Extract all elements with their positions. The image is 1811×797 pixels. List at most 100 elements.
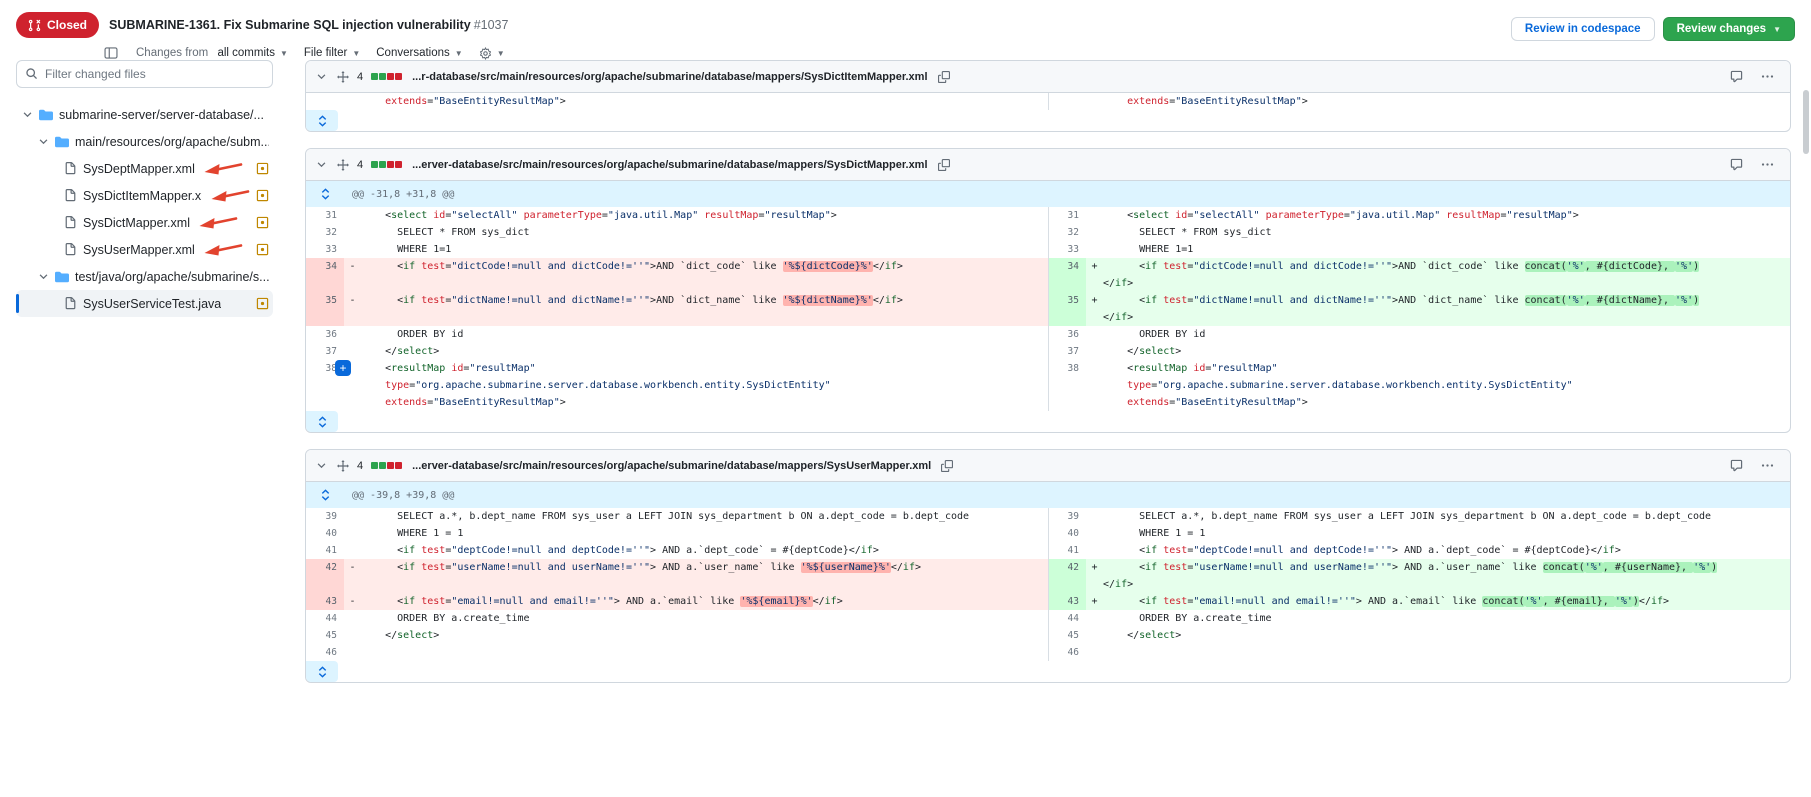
line-number[interactable]: 33 [1048,241,1086,258]
expand-hunk-button[interactable] [306,181,344,207]
expand-diff-button[interactable] [306,411,338,432]
file-path[interactable]: ...r-database/src/main/resources/org/apa… [412,71,927,83]
code-line[interactable]: <resultMap id="resultMap" [1086,360,1790,377]
tree-file-sysdeptmapper-xml[interactable]: SysDeptMapper.xml [16,155,273,182]
line-number[interactable]: 45 [1048,627,1086,644]
line-number[interactable]: 41 [1048,542,1086,559]
comment-button[interactable] [1728,156,1745,173]
line-number[interactable]: 34 [1048,258,1086,292]
expand-diff-button[interactable] [306,110,338,131]
code-line[interactable]: ORDER BY id [1086,326,1790,343]
line-number[interactable]: 39 [306,508,344,525]
line-number[interactable]: 36 [1048,326,1086,343]
add-line-comment-button[interactable]: + [335,360,351,376]
code-line[interactable]: <select id="selectAll" parameterType="ja… [344,207,1048,224]
code-line[interactable]: SELECT * FROM sys_dict [344,224,1048,241]
code-line[interactable]: extends="BaseEntityResultMap"> [344,394,1048,411]
code-line[interactable]: <if test="deptCode!=null and deptCode!='… [344,542,1048,559]
line-number[interactable]: 35 [306,292,344,326]
scrollbar-thumb[interactable] [1803,90,1809,154]
line-number[interactable]: 32 [1048,224,1086,241]
code-line[interactable]: <resultMap id="resultMap"+ [344,360,1048,377]
line-number[interactable]: 45 [306,627,344,644]
tree-folder-submarine-server-server-database[interactable]: submarine-server/server-database/... [16,101,273,128]
line-number[interactable]: 32 [306,224,344,241]
line-number[interactable] [1048,93,1086,110]
line-number[interactable]: 34 [306,258,344,292]
collapse-file-button[interactable] [314,157,329,172]
line-number[interactable]: 35 [1048,292,1086,326]
code-line[interactable]: + <if test="userName!=null and userName!… [1086,559,1790,593]
collapse-file-button[interactable] [314,458,329,473]
line-number[interactable]: 36 [306,326,344,343]
code-line[interactable]: ORDER BY a.create_time [1086,610,1790,627]
review-changes-button[interactable]: Review changes▼ [1663,17,1795,41]
code-line[interactable]: SELECT a.*, b.dept_name FROM sys_user a … [1086,508,1790,525]
line-number[interactable]: 31 [306,207,344,224]
code-line[interactable]: - <if test="dictName!=null and dictName!… [344,292,1048,326]
comment-button[interactable] [1728,68,1745,85]
conversations-menu[interactable]: Conversations▼ [376,47,462,59]
line-number[interactable] [306,377,344,394]
drag-handle-icon[interactable] [337,159,349,171]
tree-file-sysusermapper-xml[interactable]: SysUserMapper.xml [16,236,273,263]
code-line[interactable]: ORDER BY id [344,326,1048,343]
drag-handle-icon[interactable] [337,71,349,83]
comment-button[interactable] [1728,457,1745,474]
tree-file-sysuserservicetest-java[interactable]: SysUserServiceTest.java [16,290,273,317]
code-line[interactable]: </select> [344,343,1048,360]
line-number[interactable]: 43 [1048,593,1086,610]
line-number[interactable]: 37 [1048,343,1086,360]
line-number[interactable]: 46 [1048,644,1086,661]
line-number[interactable]: 42 [306,559,344,593]
kebab-menu-button[interactable] [1759,457,1776,474]
line-number[interactable]: 40 [306,525,344,542]
code-line[interactable]: - <if test="dictCode!=null and dictCode!… [344,258,1048,292]
code-line[interactable] [344,644,1048,661]
review-in-codespace-button[interactable]: Review in codespace [1511,17,1655,41]
tree-file-sysdictitemmapper-xml[interactable]: SysDictItemMapper.xml [16,182,273,209]
file-filter-menu[interactable]: File filter▼ [304,47,360,59]
kebab-menu-button[interactable] [1759,68,1776,85]
copy-path-button[interactable] [936,69,952,85]
line-number[interactable]: 38 [1048,360,1086,377]
line-number[interactable]: 33 [306,241,344,258]
code-line[interactable]: SELECT * FROM sys_dict [1086,224,1790,241]
code-line[interactable]: </select> [1086,627,1790,644]
file-path[interactable]: ...erver-database/src/main/resources/org… [412,159,927,171]
line-number[interactable]: 42 [1048,559,1086,593]
code-line[interactable]: - <if test="userName!=null and userName!… [344,559,1048,593]
copy-path-button[interactable] [939,458,955,474]
line-number[interactable] [1048,377,1086,394]
expand-hunk-button[interactable] [306,482,344,508]
tree-folder-test-java-org-apache-submarine-s[interactable]: test/java/org/apache/submarine/s... [16,263,273,290]
copy-path-button[interactable] [936,157,952,173]
tree-folder-main-resources-org-apache-subm[interactable]: main/resources/org/apache/subm... [16,128,273,155]
code-line[interactable]: <if test="deptCode!=null and deptCode!='… [1086,542,1790,559]
code-line[interactable]: WHERE 1 = 1 [344,525,1048,542]
line-number[interactable] [1048,394,1086,411]
code-line[interactable]: WHERE 1 = 1 [1086,525,1790,542]
line-number[interactable]: 31 [1048,207,1086,224]
file-path[interactable]: ...erver-database/src/main/resources/org… [412,460,931,472]
line-number[interactable] [306,93,344,110]
drag-handle-icon[interactable] [337,460,349,472]
line-number[interactable]: 41 [306,542,344,559]
code-line[interactable]: extends="BaseEntityResultMap"> [344,93,1048,110]
code-line[interactable]: <select id="selectAll" parameterType="ja… [1086,207,1790,224]
code-line[interactable]: extends="BaseEntityResultMap"> [1086,93,1790,110]
code-line[interactable]: + <if test="dictCode!=null and dictCode!… [1086,258,1790,292]
code-line[interactable]: WHERE 1=1 [1086,241,1790,258]
code-line[interactable]: type="org.apache.submarine.server.databa… [1086,377,1790,394]
code-line[interactable]: SELECT a.*, b.dept_name FROM sys_user a … [344,508,1048,525]
code-line[interactable] [1086,644,1790,661]
code-line[interactable]: - <if test="email!=null and email!=''"> … [344,593,1048,610]
code-line[interactable]: </select> [344,627,1048,644]
line-number[interactable]: 37 [306,343,344,360]
filter-changed-files-input[interactable] [16,60,273,88]
kebab-menu-button[interactable] [1759,156,1776,173]
changes-from-menu[interactable]: Changes from all commits▼ [136,47,288,59]
line-number[interactable]: 39 [1048,508,1086,525]
line-number[interactable] [306,394,344,411]
line-number[interactable]: 43 [306,593,344,610]
